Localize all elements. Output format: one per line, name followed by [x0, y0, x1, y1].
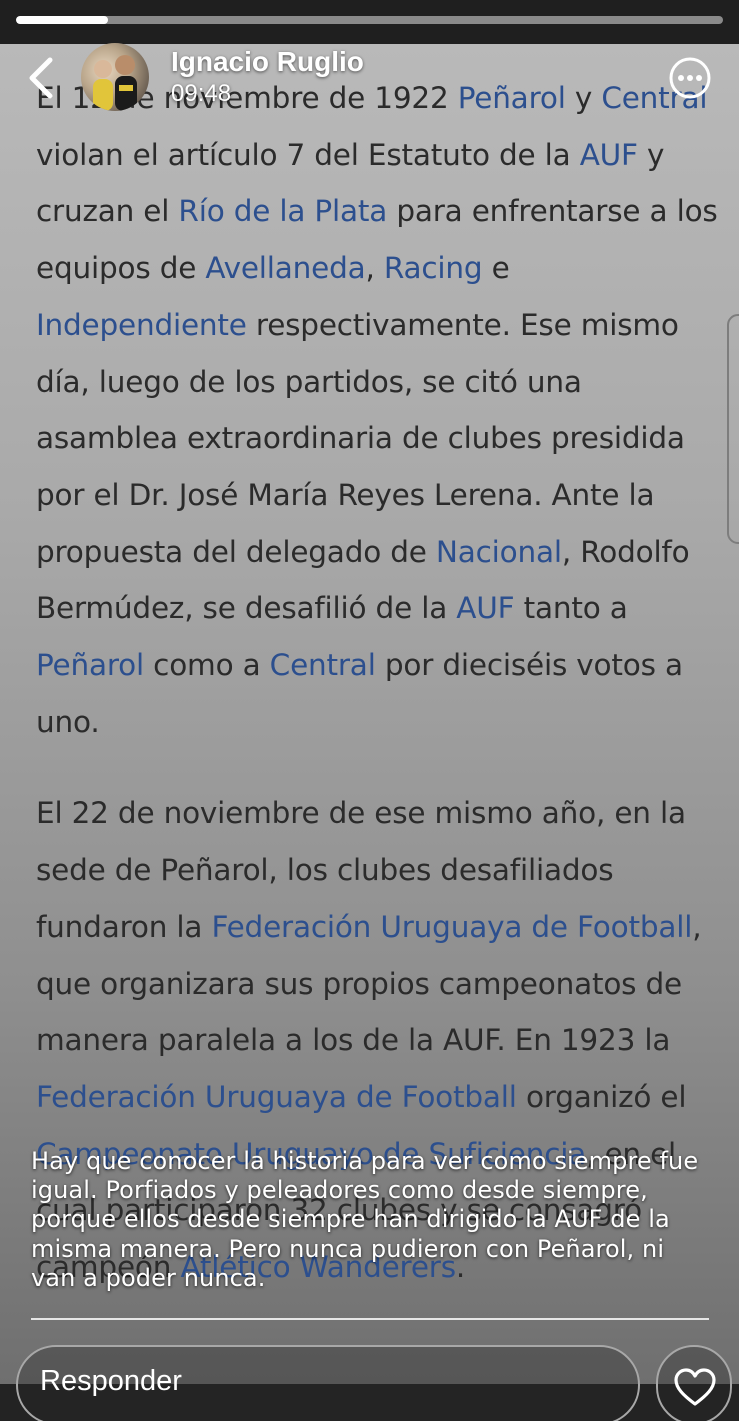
article-text: El 12 de noviembre de 1922 Peñarol y Cen… — [36, 70, 726, 1296]
more-options-button[interactable] — [668, 56, 712, 100]
back-button[interactable] — [22, 56, 62, 100]
article-link: Federación Uruguaya de Football — [211, 909, 693, 944]
avatar-photo — [93, 55, 137, 111]
chevron-left-icon — [29, 57, 53, 99]
reply-placeholder: Responder — [40, 1365, 182, 1397]
article-link: Peñarol — [457, 81, 566, 115]
more-options-icon — [669, 57, 711, 99]
story-viewer: El 12 de noviembre de 1922 Peñarol y Cen… — [0, 0, 739, 1421]
story-progress-fill — [16, 16, 108, 24]
article-link: Federación Uruguaya de Football — [36, 1079, 517, 1114]
article-text-run: e — [482, 251, 510, 286]
article-text-run: y — [565, 81, 602, 115]
caption-divider — [31, 1318, 709, 1320]
article-text-run: violan el artículo 7 del Estatuto de la — [36, 137, 580, 172]
heart-icon — [674, 1368, 716, 1406]
like-button[interactable] — [656, 1345, 732, 1421]
article-text-run: organizó el — [516, 1079, 687, 1114]
article-link: Racing — [383, 251, 483, 286]
article-link: Avellaneda — [205, 251, 366, 286]
article-paragraph-1: El 12 de noviembre de 1922 Peñarol y Cen… — [36, 70, 726, 750]
article-text-run: tanto a — [514, 591, 628, 626]
post-time: 09:48 — [171, 80, 232, 107]
article-text-run: , — [365, 251, 384, 286]
article-link: Central — [269, 648, 376, 683]
story-caption: Hay que conocer la historia para ver com… — [31, 1147, 699, 1292]
article-text-run: como a — [144, 648, 270, 683]
story-progress-bar — [16, 16, 723, 24]
article-link: Nacional — [435, 534, 562, 569]
page-scroll-handle — [727, 314, 739, 544]
article-link: Peñarol — [36, 648, 144, 683]
article-link: AUF — [456, 591, 515, 626]
author-name[interactable]: Ignacio Ruglio — [171, 46, 364, 78]
article-link: Independiente — [36, 307, 247, 342]
article-link: Río de la Plata — [178, 194, 388, 229]
article-link: AUF — [579, 137, 638, 172]
author-avatar[interactable] — [81, 43, 149, 111]
article-text-run: respectivamente. Ese mismo día, luego de… — [36, 307, 685, 569]
